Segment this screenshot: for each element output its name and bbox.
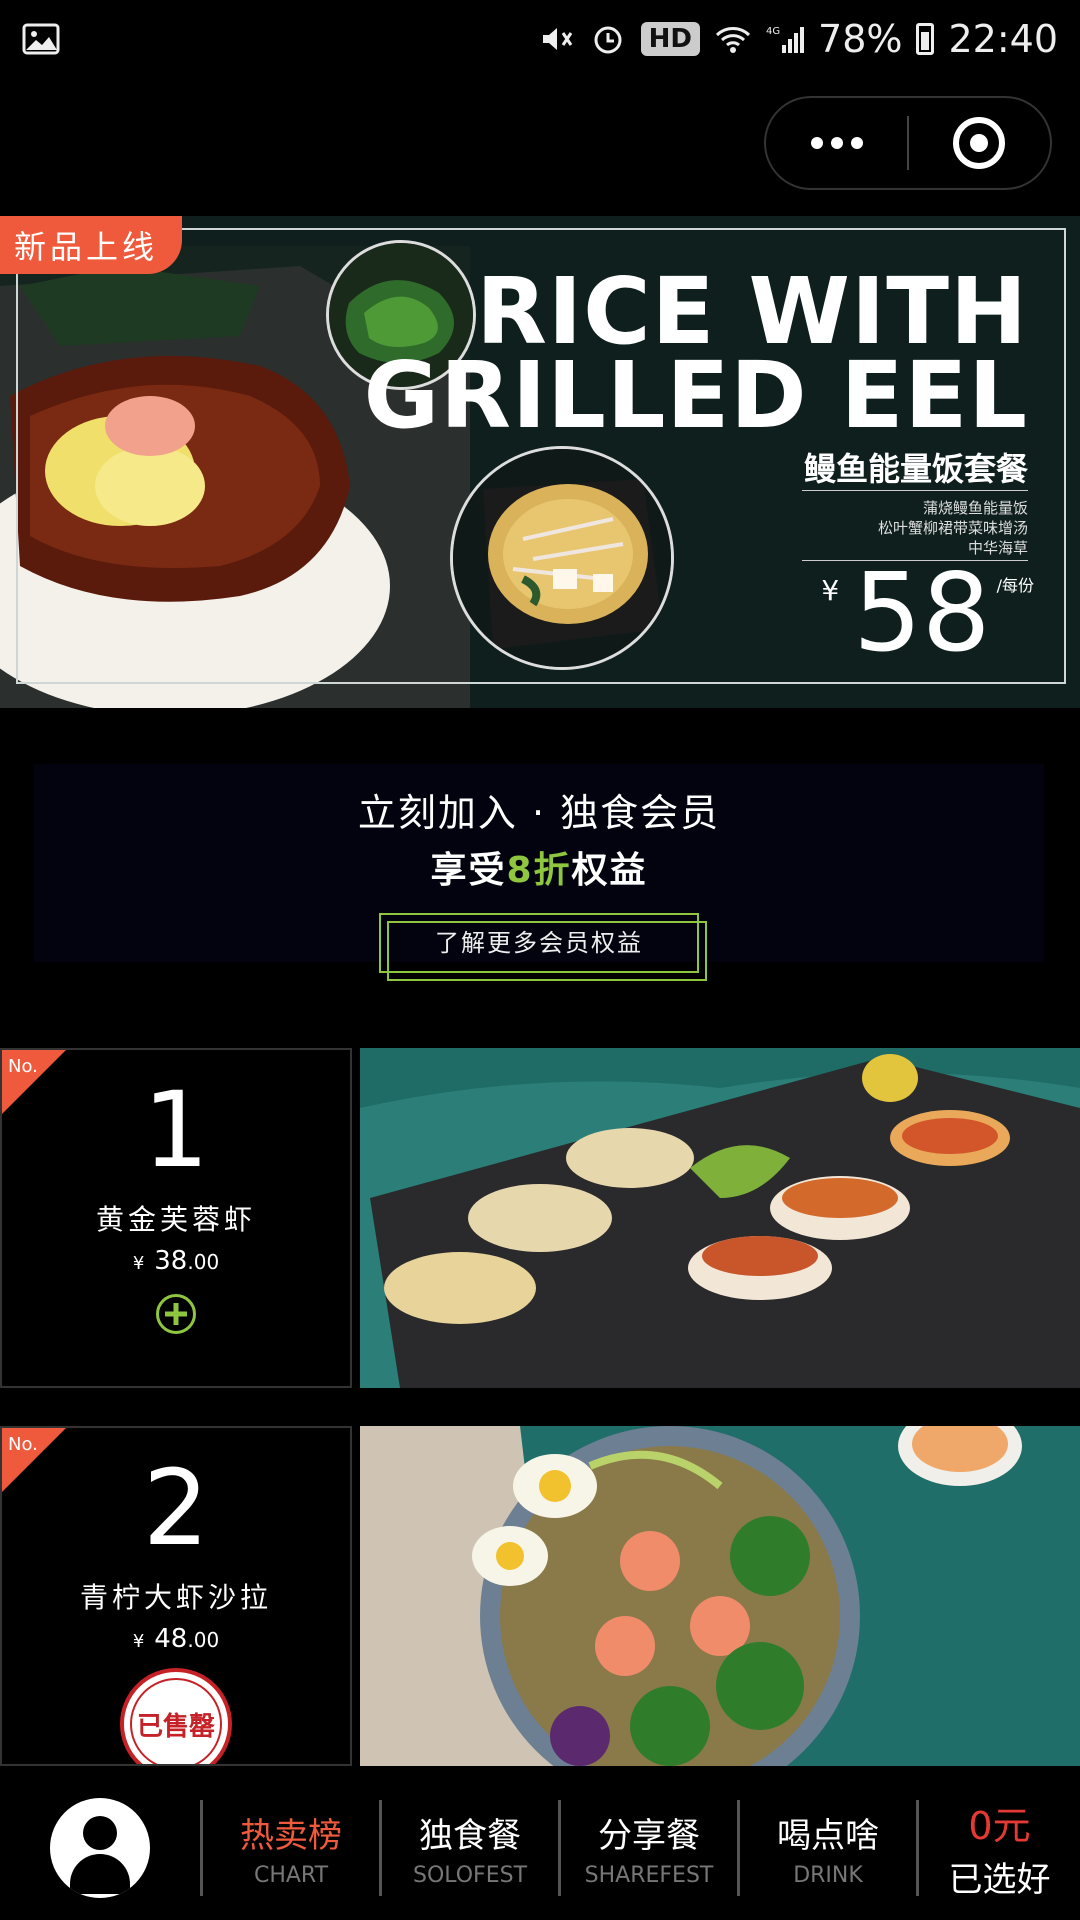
signal-icon: 4G xyxy=(766,26,805,53)
banner-title: RICE WITH GRILLED EEL xyxy=(363,266,1028,449)
bottom-tab-bar: 热卖榜 CHART 独食餐 SOLOFEST 分享餐 SHAREFEST 喝点啥… xyxy=(0,1776,1080,1920)
price-value: 58 xyxy=(853,551,991,676)
member-discount: 8折 xyxy=(506,850,572,891)
cart-amount: 0元 xyxy=(968,1804,1031,1848)
member-benefit: 享受8折权益 xyxy=(34,841,1044,893)
tab-label-en: DRINK xyxy=(793,1863,863,1888)
profile-button[interactable] xyxy=(0,1776,200,1920)
tab-label-en: CHART xyxy=(253,1863,329,1888)
clock: 22:40 xyxy=(948,17,1058,61)
sold-out-stamp: 已售罄 xyxy=(120,1668,232,1764)
alarm-icon xyxy=(594,26,622,54)
battery-icon xyxy=(916,23,935,55)
more-button[interactable] xyxy=(766,98,907,188)
hd-badge: HD xyxy=(640,22,701,56)
battery-percent: 78% xyxy=(818,17,903,61)
tab-chart[interactable]: 热卖榜 CHART xyxy=(203,1808,379,1888)
product-card[interactable]: No. 1 黄金芙蓉虾 ¥38.00 xyxy=(0,1048,1080,1388)
banner-item: 松叶蟹柳裙带菜味增汤 xyxy=(877,519,1028,537)
banner-item: 蒲烧鳗鱼能量饭 xyxy=(922,499,1028,517)
price-unit: /每份 xyxy=(996,576,1034,595)
svg-text:4G: 4G xyxy=(766,26,780,37)
mute-icon xyxy=(542,28,572,50)
cart-summary-button[interactable]: 0元 已选好 xyxy=(919,1795,1080,1901)
product-name: 青柠大虾沙拉 xyxy=(79,1581,272,1614)
member-card: 立刻加入 · 独食会员 享受8折权益 了解更多会员权益 xyxy=(34,764,1044,981)
tab-label-cn: 喝点啥 xyxy=(777,1816,879,1856)
no-label: No. xyxy=(8,1056,38,1077)
member-benefits-button[interactable]: 了解更多会员权益 xyxy=(379,913,707,981)
more-dots-icon xyxy=(810,137,863,149)
tab-solofest[interactable]: 独食餐 SOLOFEST xyxy=(382,1808,558,1888)
price-dec: .00 xyxy=(187,1628,220,1652)
product-card[interactable]: No. 2 青柠大虾沙拉 ¥48.00 已售罄 xyxy=(0,1426,1080,1766)
shrimp-sushi-image xyxy=(360,1048,1080,1388)
sold-out-label: 已售罄 xyxy=(130,1678,222,1764)
target-icon xyxy=(953,117,1006,169)
product-name: 黄金芙蓉虾 xyxy=(95,1203,256,1236)
new-product-tag: 新品上线 xyxy=(0,216,183,274)
price-symbol: ¥ xyxy=(821,574,840,607)
tab-label-cn: 热卖榜 xyxy=(240,1816,342,1856)
banner-items: 蒲烧鳗鱼能量饭 松叶蟹柳裙带菜味增汤 中华海草 xyxy=(878,498,1028,558)
member-headline: 立刻加入 · 独食会员 xyxy=(357,791,721,835)
add-icon[interactable] xyxy=(156,1294,196,1334)
promo-banner[interactable]: 新品上线 RICE WITH GRILLED EEL 鳗鱼能量饭套餐 蒲烧鳗鱼能… xyxy=(0,216,1080,708)
banner-divider xyxy=(802,490,1028,491)
product-price: ¥38.00 xyxy=(2,1246,350,1276)
banner-title-line2: GRILLED EEL xyxy=(363,342,1028,449)
banner-subtitle: 鳗鱼能量饭套餐 xyxy=(803,450,1028,488)
member-benefit-prefix: 享受 xyxy=(430,850,507,891)
close-button[interactable] xyxy=(909,98,1050,188)
status-bar: HD 4G 78% 22:40 xyxy=(0,0,1080,78)
mini-program-capsule xyxy=(764,96,1052,190)
user-avatar-icon xyxy=(50,1798,150,1898)
price-int: 38 xyxy=(154,1246,188,1276)
currency: ¥ xyxy=(132,1631,145,1652)
tab-label-cn: 独食餐 xyxy=(419,1816,521,1856)
cart-label: 已选好 xyxy=(948,1860,1051,1900)
shrimp-salad-image xyxy=(360,1426,1080,1766)
tab-drink[interactable]: 喝点啥 DRINK xyxy=(740,1808,916,1888)
banner-price: ¥ 58 /每份 xyxy=(821,558,1034,670)
no-label: No. xyxy=(8,1434,38,1455)
image-icon xyxy=(22,23,60,55)
tab-label-en: SOLOFEST xyxy=(412,1863,528,1888)
tab-label-cn: 分享餐 xyxy=(598,1816,700,1856)
tab-label-en: SHAREFEST xyxy=(584,1863,714,1888)
currency: ¥ xyxy=(132,1253,145,1274)
price-dec: .00 xyxy=(187,1250,220,1274)
price-int: 48 xyxy=(154,1624,188,1654)
wifi-icon xyxy=(715,27,751,53)
member-benefit-suffix: 权益 xyxy=(571,850,648,891)
product-info: No. 2 青柠大虾沙拉 ¥48.00 已售罄 xyxy=(0,1426,352,1766)
tab-sharefest[interactable]: 分享餐 SHAREFEST xyxy=(561,1808,737,1888)
product-price: ¥48.00 xyxy=(2,1624,350,1654)
product-info: No. 1 黄金芙蓉虾 ¥38.00 xyxy=(0,1048,352,1388)
